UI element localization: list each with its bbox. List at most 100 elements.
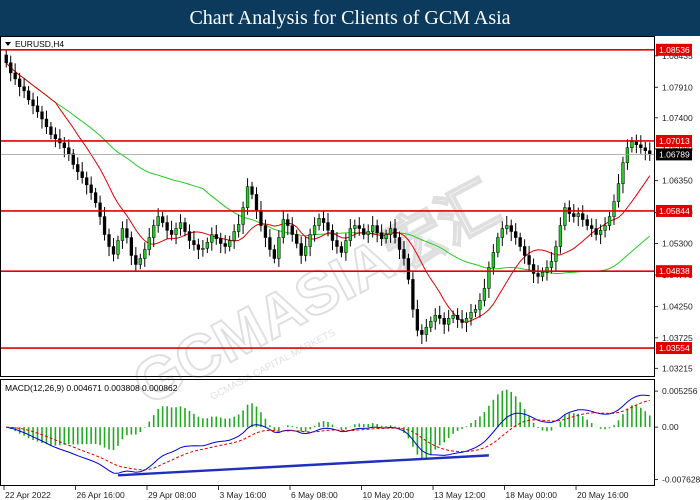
candle-body [576, 213, 580, 217]
y-tick-label: 1.07910 [662, 82, 693, 92]
x-tick-label: 6 May 08:00 [291, 490, 338, 500]
candle-body [616, 183, 621, 202]
candle-body [514, 231, 518, 238]
candle-body [321, 218, 326, 223]
candle-body [201, 248, 205, 250]
x-tick-label: 22 Apr 2022 [5, 490, 51, 500]
x-tick-label: 10 May 20:00 [363, 490, 415, 500]
candle-body [607, 216, 612, 226]
candle-body [308, 234, 312, 247]
candle-body [263, 225, 268, 238]
candle-body [138, 258, 142, 265]
candle-body [317, 218, 321, 226]
candle-body [35, 105, 40, 113]
candle-body [214, 234, 218, 239]
candle-body [339, 246, 344, 253]
candle-body [156, 216, 160, 226]
candle-body [143, 249, 147, 259]
candle-body [447, 318, 451, 325]
candle-body [402, 249, 406, 259]
candle-body [178, 222, 183, 229]
candle-body [80, 171, 84, 178]
x-axis-ticks: 22 Apr 2022 26 Apr 16:00 29 Apr 08:00 3 May… [3, 486, 629, 500]
macd-y-tick-label: 0.00 [662, 422, 679, 432]
x-tick-label: 26 Apr 16:00 [77, 490, 125, 500]
candle-body [228, 240, 232, 247]
candle-body [438, 315, 442, 319]
candle-body [621, 162, 625, 184]
candle-body [540, 271, 545, 277]
macd-y-tick-label: 0.005256 [662, 386, 698, 396]
y-tick-label: 1.03725 [662, 333, 693, 343]
candle-body [125, 228, 129, 238]
candle-body [295, 234, 299, 244]
candle-body [554, 246, 558, 262]
candle-body [268, 237, 272, 250]
candle-body [134, 255, 138, 265]
candle-body [40, 111, 44, 120]
candle-body [464, 318, 469, 323]
candle-body [522, 246, 527, 256]
candle-body [500, 228, 504, 238]
candle-body [509, 225, 513, 232]
candle-body [406, 258, 411, 280]
x-tick-label: 29 Apr 08:00 [148, 490, 196, 500]
x-tick-label: 3 May 16:00 [220, 490, 267, 500]
candle-body [67, 147, 71, 154]
candle-body [44, 118, 49, 128]
candle-body [89, 184, 93, 193]
candle-body [76, 164, 80, 172]
candle-body [250, 186, 254, 195]
candle-body [411, 279, 415, 310]
candle-body [397, 237, 402, 250]
macd-panel [0, 379, 655, 486]
candle-body [639, 144, 643, 148]
candle-body [643, 147, 647, 151]
candle-body [49, 126, 53, 135]
candle-body [384, 234, 388, 239]
candle-body [93, 192, 98, 204]
candle-body [116, 240, 120, 255]
candle-body [169, 230, 174, 235]
candle-body [371, 225, 375, 232]
candle-body [22, 86, 26, 92]
candle-body [393, 228, 397, 238]
candle-body [455, 315, 460, 320]
candle-body [223, 243, 227, 247]
candle-body [648, 150, 652, 154]
candle-body [496, 237, 500, 253]
candle-body [120, 228, 125, 241]
x-tick-label: 20 May 16:00 [577, 490, 629, 500]
candle-body [210, 234, 214, 243]
candle-body [366, 231, 370, 235]
x-tick-label: 13 May 12:00 [434, 490, 486, 500]
candle-body [160, 216, 165, 223]
candle-body [379, 232, 384, 239]
candle-body [482, 288, 487, 301]
candle-body [625, 147, 630, 163]
candle-body [549, 261, 554, 268]
candle-body [572, 213, 576, 217]
candle-body [424, 327, 428, 335]
candle-body [98, 202, 102, 217]
candle-body [165, 222, 169, 231]
candle-body [505, 225, 509, 229]
candle-body [442, 318, 446, 325]
candle-body [388, 228, 393, 235]
candle-body [290, 225, 294, 235]
level-label: 1.07013 [659, 136, 690, 146]
candle-body [460, 319, 464, 323]
level-label: 1.05844 [659, 206, 690, 216]
candle-body [31, 99, 35, 107]
candle-body [353, 225, 357, 229]
candle-body [451, 315, 455, 319]
candle-body [102, 216, 107, 235]
candle-body [245, 186, 250, 208]
candle-body [299, 243, 303, 256]
candle-body [174, 228, 178, 235]
candle-body [259, 210, 263, 226]
candle-body [326, 222, 330, 231]
candle-body [429, 321, 433, 328]
candle-body [272, 249, 277, 259]
chart-area: GCMASIA宏汇 GCMASIA CAPITAL MARKETS 1.0843… [0, 36, 700, 500]
